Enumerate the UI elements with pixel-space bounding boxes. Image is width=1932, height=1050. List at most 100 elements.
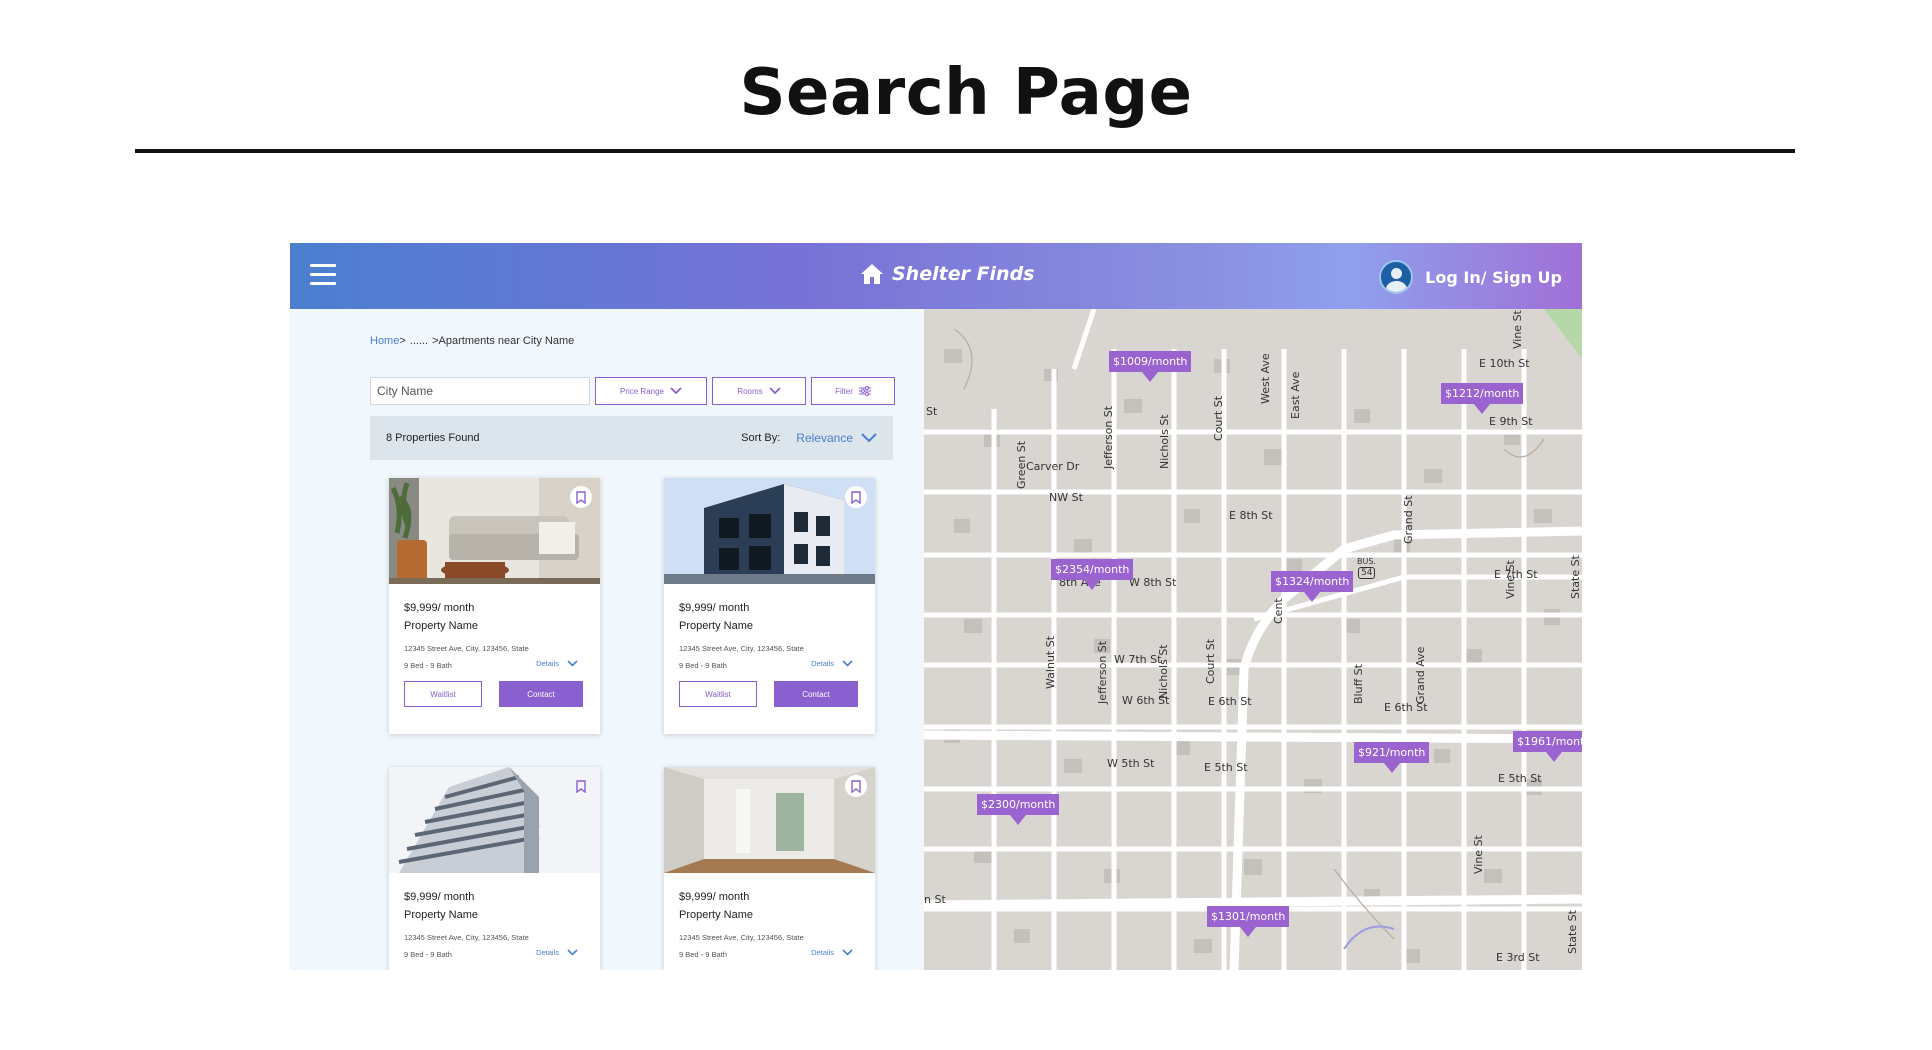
street-label: State St [1569,555,1582,599]
route-label: BUS. [1357,557,1376,566]
street-label: W 8th St [1129,576,1177,589]
details-toggle[interactable]: Details [536,948,578,957]
property-beds-baths: 9 Bed - 9 Bath [679,661,727,670]
property-name[interactable]: Property Name [679,909,753,921]
brand[interactable]: Shelter Finds [860,263,1035,285]
property-address: 12345 Street Ave, City, 123456, State [404,644,529,653]
details-toggle[interactable]: Details [811,948,853,957]
street-label: Vine St [1511,310,1524,349]
property-name[interactable]: Property Name [404,909,478,921]
breadcrumb-home-link[interactable]: Home [370,335,399,347]
chevron-down-icon [842,660,853,667]
map-price-pin[interactable]: $921/month [1354,742,1430,773]
property-photo [664,478,875,584]
map-price-pin[interactable]: $1212/month [1441,383,1524,414]
map-price-pin[interactable]: $2354/month [1051,559,1134,590]
pin-label: $1324/month [1271,571,1354,592]
sort-dropdown[interactable]: Relevance [796,431,877,445]
sort-label: Sort By: [741,432,781,444]
filter-bar: Price Range Rooms Filter [370,377,895,405]
property-card[interactable]: $9,999/ month Property Name 12345 Street… [389,478,600,734]
pin-label: $921/month [1354,742,1430,763]
filter-button[interactable]: Filter [811,377,895,405]
street-label: E 9th St [1489,415,1533,428]
bookmark-icon[interactable] [845,775,867,797]
results-summary-bar: 8 Properties Found Sort By: Relevance [370,416,893,460]
property-photo [664,767,875,873]
chevron-down-icon [769,387,781,395]
street-label: Court St [1204,638,1217,684]
rooms-dropdown[interactable]: Rooms [712,377,806,405]
city-search-input[interactable] [370,377,590,405]
login-label: Log In/ Sign Up [1425,267,1562,287]
property-photo [389,767,600,873]
waitlist-button[interactable]: Waitlist [404,681,482,707]
bookmark-icon[interactable] [845,486,867,508]
breadcrumb-separator: > [399,335,406,347]
property-card[interactable]: $9,999/ month Property Name 12345 Street… [664,767,875,970]
map-price-pin[interactable]: $1961/month [1513,731,1582,762]
details-label: Details [536,948,559,957]
home-icon [861,264,883,284]
rooms-label: Rooms [737,386,763,396]
map-price-pin[interactable]: $1324/month [1271,571,1354,602]
street-label: E 10th St [1479,357,1530,370]
breadcrumb-ellipsis[interactable]: ...... [410,335,428,347]
results-count: 8 Properties Found [386,432,480,444]
street-label: Carver Dr [1026,460,1080,473]
bookmark-icon[interactable] [570,775,592,797]
title-divider [135,149,1795,153]
page-title: Search Page [739,56,1193,130]
street-label: E 3rd St [1496,951,1540,964]
street-label: E 5th St [1204,761,1248,774]
pin-label: $1301/month [1207,906,1290,927]
chevron-down-icon [842,949,853,956]
street-label: Nichols St [1157,644,1170,699]
brand-name: Shelter Finds [892,263,1035,285]
details-label: Details [536,659,559,668]
street-label: Jefferson St [1096,640,1109,704]
property-card[interactable]: $9,999/ month Property Name 12345 Street… [664,478,875,734]
login-signup-button[interactable]: Log In/ Sign Up [1379,260,1562,294]
street-label: Cent [1272,598,1285,624]
bookmark-icon[interactable] [570,486,592,508]
details-toggle[interactable]: Details [811,659,853,668]
property-beds-baths: 9 Bed - 9 Bath [404,661,452,670]
menu-icon[interactable] [310,264,336,286]
street-label: Bluff St [1352,664,1365,704]
property-name[interactable]: Property Name [679,620,753,632]
pin-label: $2354/month [1051,559,1134,580]
street-label: NW St [1049,491,1083,504]
contact-button[interactable]: Contact [499,681,583,707]
street-label: E 6th St [1208,695,1252,708]
details-label: Details [811,948,834,957]
route-shield-icon: 54 [1358,567,1376,579]
street-label: State St [1566,910,1579,954]
street-label: East Ave [1289,371,1302,419]
waitlist-button[interactable]: Waitlist [679,681,757,707]
street-label: W 5th St [1107,757,1155,770]
contact-button[interactable]: Contact [774,681,858,707]
street-label: Nichols St [1158,414,1171,469]
property-price: $9,999/ month [404,891,475,903]
map-price-pin[interactable]: $1009/month [1109,351,1192,382]
details-toggle[interactable]: Details [536,659,578,668]
street-label: Green St [1015,440,1028,489]
property-address: 12345 Street Ave, City, 123456, State [679,933,804,942]
results-panel: Home> ...... >Apartments near City Name … [290,309,924,970]
street-label: Jefferson St [1102,405,1115,469]
street-label: Grand Ave [1414,646,1427,704]
property-name[interactable]: Property Name [404,620,478,632]
chevron-down-icon [567,660,578,667]
sort-value: Relevance [796,431,853,445]
street-label: E 8th St [1229,509,1273,522]
map-price-pin[interactable]: $2300/month [977,794,1060,825]
price-range-dropdown[interactable]: Price Range [595,377,707,405]
map-view[interactable]: E 10th St E 9th St Carver Dr NW St E 8th… [924,309,1582,970]
chevron-down-icon [861,433,877,443]
property-card[interactable]: $9,999/ month Property Name 12345 Street… [389,767,600,970]
map-price-pin[interactable]: $1301/month [1207,906,1290,937]
breadcrumb: Home> ...... >Apartments near City Name [370,335,574,347]
property-photo [389,478,600,584]
top-navigation-bar: Shelter Finds Log In/ Sign Up [290,243,1582,309]
